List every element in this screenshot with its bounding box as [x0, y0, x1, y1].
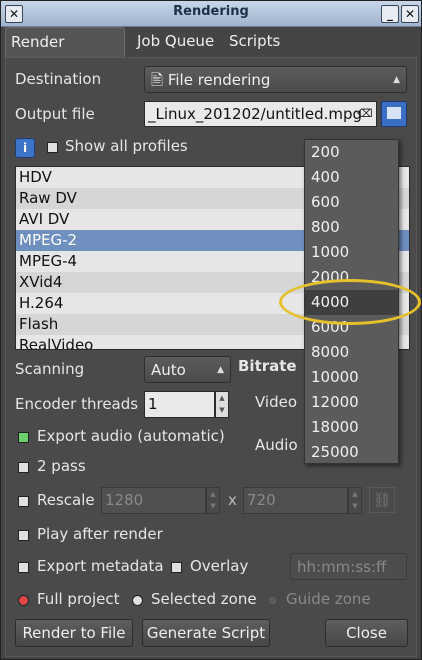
bitrate-option[interactable]: 8000 — [305, 340, 398, 365]
output-file-label: Output file — [15, 105, 95, 123]
info-icon[interactable]: i — [15, 138, 35, 158]
window-title: Rendering — [173, 4, 249, 19]
scanning-value: Auto — [151, 361, 186, 379]
file-icon: 🖹 — [151, 71, 168, 89]
guide-zone-label: Guide zone — [286, 590, 371, 608]
minimize-icon[interactable]: _ — [381, 5, 399, 23]
rescale-checkbox[interactable] — [18, 496, 29, 507]
two-pass-checkbox[interactable] — [18, 462, 29, 473]
bitrate-option[interactable]: 12000 — [305, 390, 398, 415]
show-all-profiles-label: Show all profiles — [65, 137, 188, 155]
bitrate-option[interactable]: 600 — [305, 190, 398, 215]
full-project-radio[interactable] — [18, 595, 29, 606]
close-icon[interactable]: ✕ — [401, 5, 419, 23]
audio-bitrate-label: Audio — [255, 436, 298, 454]
video-bitrate-label: Video — [255, 393, 298, 411]
save-icon[interactable] — [381, 101, 407, 127]
overlay-select: hh:mm:ss:ff — [290, 553, 407, 580]
export-metadata-label: Export metadata — [37, 557, 164, 575]
title-bar: ✕ Rendering _ ✕ — [1, 1, 421, 27]
show-all-profiles-checkbox[interactable] — [47, 142, 58, 153]
bitrate-option[interactable]: 200 — [305, 140, 398, 165]
guide-zone-radio — [267, 595, 278, 606]
clear-icon[interactable]: ⌫ — [357, 107, 373, 120]
bitrate-option[interactable]: 400 — [305, 165, 398, 190]
export-audio-label: Export audio (automatic) — [37, 427, 225, 445]
spinner-arrows-icon[interactable]: ▲ ▼ — [215, 391, 229, 418]
rendering-dialog: ✕ Rendering _ ✕ Render Project Job Queue… — [0, 0, 422, 660]
tab-render-project[interactable]: Render Project — [5, 27, 125, 79]
bitrate-label: Bitrate — [238, 357, 297, 375]
play-after-render-checkbox[interactable] — [18, 530, 29, 541]
scanning-select[interactable]: Auto ▲▼ — [144, 356, 231, 401]
overlay-label: Overlay — [190, 557, 249, 575]
generate-script-button[interactable]: Generate Script — [142, 619, 270, 647]
full-project-label: Full project — [37, 590, 120, 608]
overlay-checkbox[interactable] — [171, 562, 182, 573]
spinner-arrows-icon: ▲ ▼ — [348, 487, 362, 514]
aspect-lock-icon: ⛓ — [369, 487, 395, 513]
destination-select[interactable]: 🖹 File rendering ▲▼ — [144, 66, 407, 111]
highlight-ellipse — [279, 279, 421, 325]
bitrate-option[interactable]: 25000 — [305, 440, 398, 465]
play-after-render-label: Play after render — [37, 525, 163, 543]
bitrate-option[interactable]: 10000 — [305, 365, 398, 390]
overlay-value: hh:mm:ss:ff — [297, 558, 387, 576]
tab-scripts[interactable]: Scripts — [224, 27, 286, 57]
selected-zone-label: Selected zone — [151, 590, 257, 608]
output-file-input[interactable]: _Linux_201202/untitled.mpg — [144, 101, 377, 127]
export-audio-checkbox[interactable] — [18, 432, 29, 443]
bitrate-option[interactable]: 800 — [305, 215, 398, 240]
bitrate-option[interactable]: 18000 — [305, 415, 398, 440]
selected-zone-radio[interactable] — [132, 595, 143, 606]
encoder-threads-spinbox[interactable]: 1 — [144, 391, 215, 418]
destination-value: File rendering — [167, 71, 271, 89]
rescale-label: Rescale — [37, 491, 95, 509]
close-button[interactable]: Close — [325, 619, 408, 647]
rescale-width-input[interactable]: 1280 — [101, 487, 206, 514]
destination-label: Destination — [15, 70, 102, 88]
rescale-height-input[interactable]: 720 — [243, 487, 348, 514]
scanning-label: Scanning — [15, 360, 85, 378]
render-to-file-button[interactable]: Render to File — [15, 619, 133, 647]
spinner-arrows-icon: ▲ ▼ — [206, 487, 220, 514]
tab-job-queue[interactable]: Job Queue — [132, 27, 222, 57]
export-metadata-checkbox[interactable] — [18, 562, 29, 573]
two-pass-label: 2 pass — [37, 457, 86, 475]
rescale-separator: x — [228, 491, 237, 509]
encoder-threads-label: Encoder threads — [15, 395, 139, 413]
bitrate-option[interactable]: 1000 — [305, 240, 398, 265]
